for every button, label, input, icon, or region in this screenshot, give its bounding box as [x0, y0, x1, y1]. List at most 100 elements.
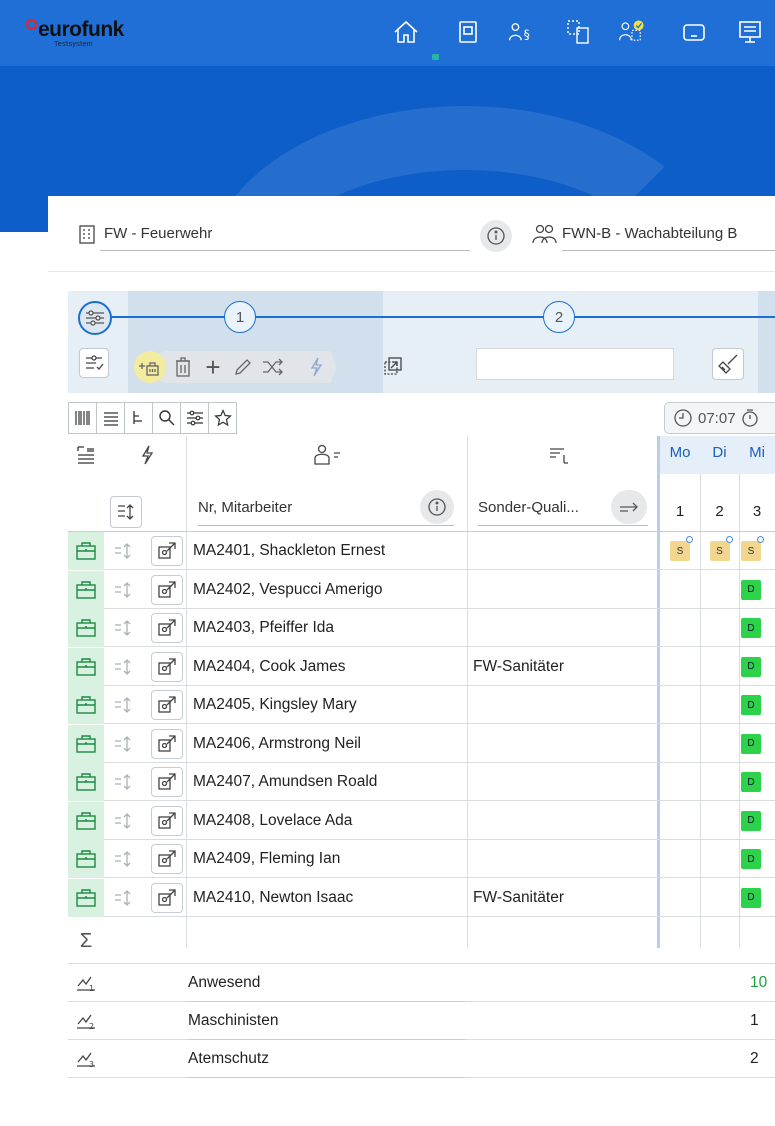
- reorder-icon[interactable]: [105, 686, 141, 724]
- person-check-icon[interactable]: [614, 14, 650, 50]
- briefcase-icon[interactable]: [68, 724, 104, 763]
- assign-icon[interactable]: [151, 882, 183, 913]
- filter-step-icon[interactable]: [78, 301, 112, 335]
- search-icon[interactable]: [152, 402, 181, 434]
- table-row[interactable]: MA2408, Lovelace Ada D: [68, 801, 775, 840]
- sum-icon[interactable]: Σ: [68, 923, 104, 959]
- list-icon[interactable]: [96, 402, 125, 434]
- reorder-icon[interactable]: [105, 802, 141, 840]
- add-icon[interactable]: +: [198, 352, 228, 382]
- unit-field[interactable]: FWN-B - Wachabteilung B: [562, 217, 775, 251]
- briefcase-icon[interactable]: [68, 801, 104, 840]
- shift-badge[interactable]: D: [741, 733, 761, 754]
- shuffle-icon[interactable]: [258, 352, 288, 382]
- name-header[interactable]: Nr, Mitarbeiter: [198, 490, 454, 526]
- filter-apply-icon[interactable]: [79, 348, 109, 378]
- logo: eurofunk: [26, 18, 124, 42]
- table-row[interactable]: MA2403, Pfeiffer Ida D: [68, 609, 775, 647]
- reorder-icon[interactable]: [105, 879, 141, 917]
- shift-badge[interactable]: D: [741, 772, 761, 792]
- assign-icon[interactable]: [151, 613, 183, 643]
- table-row[interactable]: MA2402, Vespucci Amerigo D: [68, 570, 775, 609]
- table-row[interactable]: MA2407, Amundsen Roald D: [68, 763, 775, 801]
- briefcase-icon[interactable]: [68, 686, 104, 724]
- briefcase-icon[interactable]: [68, 840, 104, 878]
- arrow-right-icon[interactable]: [611, 490, 647, 524]
- export-icon[interactable]: [378, 351, 408, 381]
- wizard-input[interactable]: [476, 348, 674, 380]
- shift-badge[interactable]: S: [709, 541, 730, 561]
- assign-icon[interactable]: [151, 574, 183, 605]
- shift-badge[interactable]: D: [741, 579, 761, 600]
- reorder-icon[interactable]: [105, 725, 141, 763]
- table-row[interactable]: MA2409, Fleming Ian D: [68, 840, 775, 878]
- org-selector[interactable]: FW - Feuerwehr: [78, 216, 470, 252]
- reorder-icon[interactable]: [105, 648, 141, 686]
- assign-icon[interactable]: [151, 767, 183, 797]
- broom-icon[interactable]: [712, 348, 744, 380]
- briefcase-icon[interactable]: [68, 878, 104, 917]
- shift-badge[interactable]: D: [741, 695, 761, 715]
- briefcase-icon[interactable]: [68, 763, 104, 801]
- tree-icon[interactable]: [124, 402, 153, 434]
- assign-icon[interactable]: [151, 805, 183, 836]
- barcode-icon[interactable]: [68, 402, 97, 434]
- monitor-icon[interactable]: [732, 14, 768, 50]
- reorder-icon[interactable]: [105, 840, 141, 878]
- assign-icon[interactable]: [151, 690, 183, 720]
- shift-badge[interactable]: D: [741, 656, 761, 677]
- reorder-icon[interactable]: [105, 763, 141, 801]
- assign-icon[interactable]: [151, 728, 183, 759]
- table-row[interactable]: MA2401, Shackleton Ernest S S S: [68, 532, 775, 570]
- table-row[interactable]: MA2410, Newton Isaac FW-Sanitäter D: [68, 878, 775, 917]
- table-row[interactable]: MA2405, Kingsley Mary D: [68, 686, 775, 724]
- devices-icon[interactable]: [560, 14, 596, 50]
- delete-icon[interactable]: [168, 352, 198, 382]
- edit-icon[interactable]: [228, 352, 258, 382]
- briefcase-icon[interactable]: [68, 570, 104, 609]
- shift-badge[interactable]: S: [670, 541, 690, 561]
- reorder-icon[interactable]: [105, 609, 141, 647]
- column-settings-icon[interactable]: [68, 438, 104, 472]
- add-container-icon[interactable]: [134, 351, 166, 383]
- org-field[interactable]: FW - Feuerwehr: [100, 217, 470, 251]
- persons-paragraph-icon[interactable]: §: [504, 14, 540, 50]
- employee-name: MA2406, Armstrong Neil: [193, 734, 361, 752]
- shift-badge[interactable]: D: [741, 849, 761, 869]
- wizard-step-2[interactable]: 2: [543, 301, 575, 333]
- tablet-icon[interactable]: [676, 14, 712, 50]
- briefcase-icon[interactable]: [68, 532, 104, 570]
- shift-badge[interactable]: D: [741, 810, 761, 831]
- trend-icon[interactable]: 3: [68, 1040, 104, 1078]
- briefcase-icon[interactable]: [68, 609, 104, 647]
- briefcase-icon[interactable]: [68, 647, 104, 686]
- lightning-icon[interactable]: [300, 351, 332, 383]
- sort-order-icon[interactable]: [110, 496, 142, 528]
- name-info-icon[interactable]: [420, 490, 454, 524]
- table-row[interactable]: MA2404, Cook James FW-Sanitäter D: [68, 647, 775, 686]
- filter-settings-icon[interactable]: [180, 402, 209, 434]
- shift-badge[interactable]: D: [741, 887, 761, 908]
- trend-icon[interactable]: 2: [68, 1002, 104, 1040]
- qual-sort-icon[interactable]: [542, 438, 576, 472]
- reorder-icon[interactable]: [105, 571, 141, 609]
- lightning-header-icon[interactable]: [130, 438, 164, 472]
- person-sort-icon[interactable]: [308, 438, 348, 472]
- reorder-icon[interactable]: [105, 532, 141, 570]
- info-icon[interactable]: [480, 220, 512, 252]
- star-icon[interactable]: [208, 402, 237, 434]
- assign-icon[interactable]: [151, 651, 183, 682]
- assign-icon[interactable]: [151, 536, 183, 566]
- shift-badge[interactable]: D: [741, 618, 761, 638]
- logo-subtitle: Testsystem: [54, 41, 94, 48]
- shift-badge[interactable]: S: [741, 541, 761, 561]
- time-display[interactable]: 07:07: [664, 402, 775, 434]
- unit-selector[interactable]: FWN-B - Wachabteilung B: [532, 216, 775, 252]
- trend-icon[interactable]: 1: [68, 964, 104, 1002]
- assign-icon[interactable]: [151, 844, 183, 874]
- table-row[interactable]: MA2406, Armstrong Neil D: [68, 724, 775, 763]
- note-dot-icon: [757, 536, 764, 543]
- wizard-step-1[interactable]: 1: [224, 301, 256, 333]
- home-icon[interactable]: [388, 14, 439, 60]
- phone-icon[interactable]: [450, 14, 486, 50]
